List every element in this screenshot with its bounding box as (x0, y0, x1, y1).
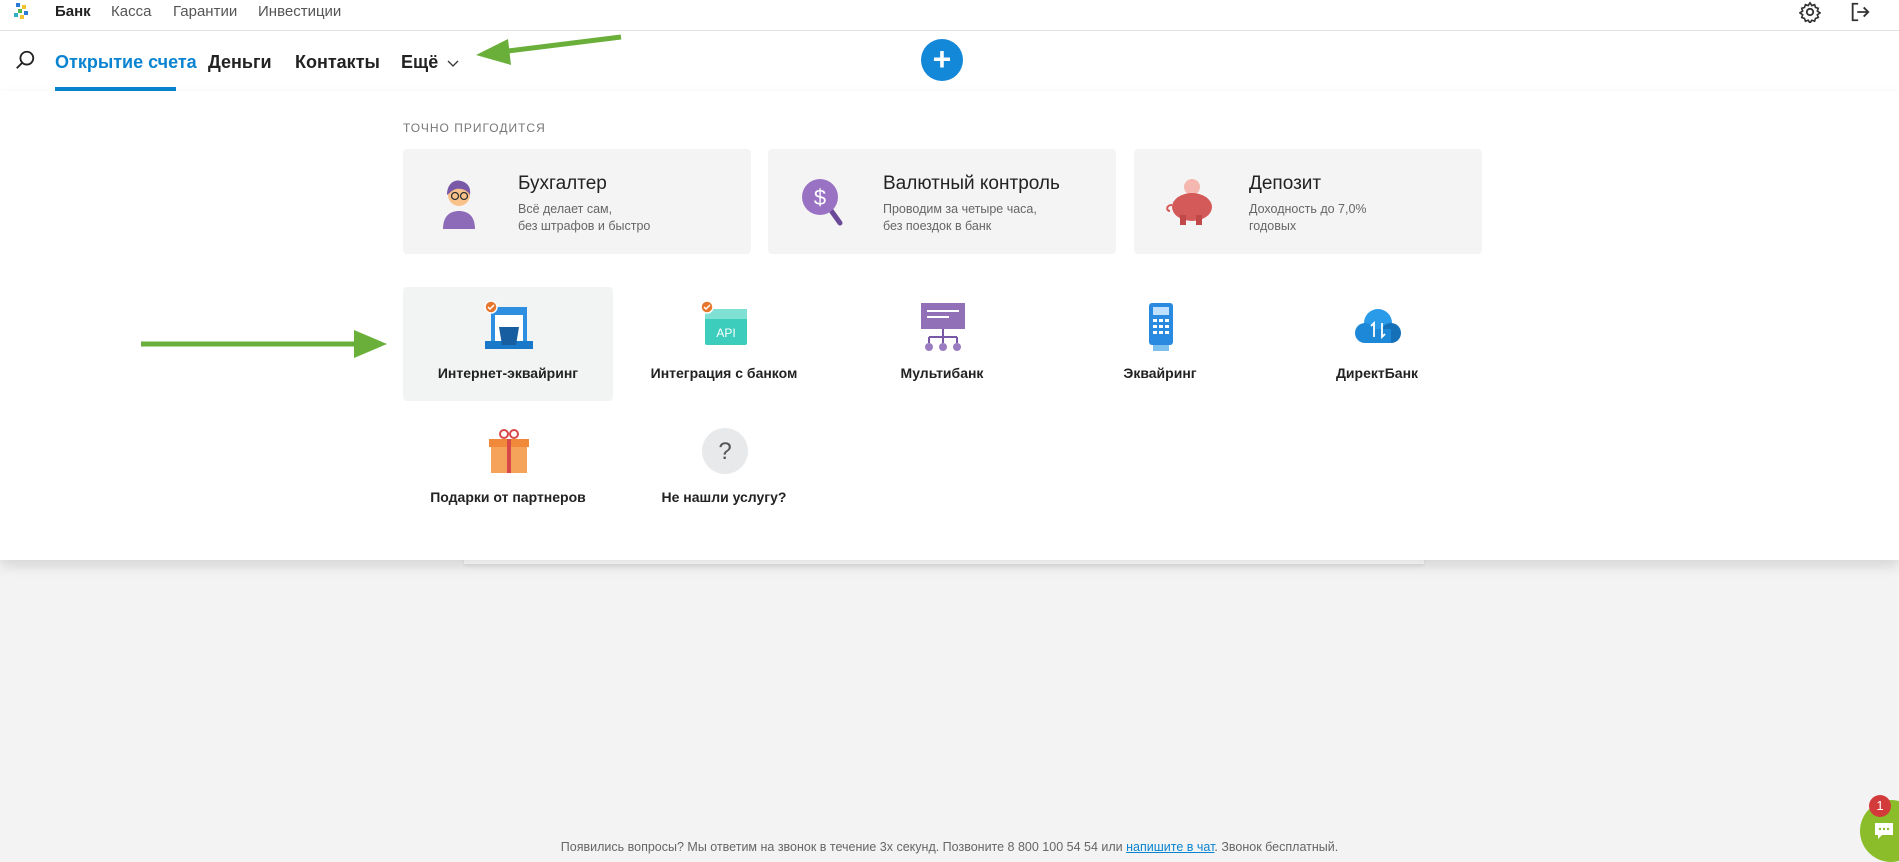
service-label: Не нашли услугу? (661, 489, 787, 505)
chat-link[interactable]: напишите в чат (1126, 840, 1214, 854)
card-subtitle-line: Проводим за четыре часа, (883, 202, 1037, 216)
card-accountant[interactable]: Бухгалтер Всё делает сам, без штрафов и б… (403, 149, 751, 254)
service-label: ДиректБанк (1335, 365, 1419, 381)
card-subtitle-line: Доходность до 7,0% (1249, 202, 1367, 216)
service-bank-integration[interactable]: API Интеграция с банком (619, 287, 829, 401)
service-label: Мультибанк (900, 365, 984, 381)
top-bar: Банк Касса Гарантии Инвестиции (0, 0, 1899, 31)
service-acquiring[interactable]: Эквайринг (1055, 287, 1265, 401)
tab-more[interactable]: Ещё (401, 52, 459, 73)
gift-icon (489, 429, 529, 473)
service-label: Подарки от партнеров (430, 489, 586, 505)
payment-terminal-icon (1149, 303, 1173, 351)
svg-text:$: $ (814, 185, 826, 210)
card-deposit[interactable]: Депозит Доходность до 7,0% годовых (1134, 149, 1482, 254)
question-mark: ? (718, 438, 731, 465)
logout-icon[interactable] (1849, 1, 1871, 23)
search-icon[interactable] (14, 49, 36, 71)
tab-contacts[interactable]: Контакты (295, 52, 380, 73)
tab-more-label: Ещё (401, 52, 439, 72)
footer-help-text: Появились вопросы? Мы ответим на звонок … (0, 840, 1899, 854)
card-title: Бухгалтер (518, 173, 607, 194)
service-internet-acquiring[interactable]: Интернет-эквайринг (403, 287, 613, 401)
top-link-kassa[interactable]: Касса (111, 3, 151, 20)
service-directbank[interactable]: ДиректБанк (1272, 287, 1482, 401)
accountant-icon (443, 180, 475, 229)
card-title: Депозит (1249, 173, 1322, 194)
question-icon: ? (702, 428, 748, 474)
card-subtitle: Проводим за четыре часа, без поездок в ба… (883, 201, 1037, 235)
service-partner-gifts[interactable]: Подарки от партнеров (403, 411, 613, 525)
plus-icon[interactable]: + (921, 39, 963, 81)
online-shop-icon (484, 301, 533, 349)
chevron-down-icon (447, 60, 459, 67)
service-label: Интеграция с банком (650, 365, 798, 381)
more-dropdown-panel: ТОЧНО ПРИГОДИТСЯ Бухгалтер Всё делает са… (0, 91, 1899, 560)
bank-logo[interactable] (14, 3, 30, 19)
top-link-investments[interactable]: Инвестиции (258, 3, 341, 20)
service-label: Эквайринг (1123, 365, 1197, 381)
top-link-bank[interactable]: Банк (55, 3, 91, 20)
tab-open-account[interactable]: Открытие счета (55, 52, 197, 73)
gear-icon[interactable] (1799, 1, 1821, 23)
card-subtitle: Доходность до 7,0% годовых (1249, 201, 1367, 235)
section-title: ТОЧНО ПРИГОДИТСЯ (403, 121, 546, 135)
service-label: Интернет-эквайринг (437, 365, 579, 381)
cloud-sync-icon (1355, 309, 1401, 343)
card-subtitle: Всё делает сам, без штрафов и быстро (518, 201, 650, 235)
service-not-found[interactable]: ? Не нашли услугу? (619, 411, 829, 525)
card-currency-control[interactable]: $ Валютный контроль Проводим за четыре ч… (768, 149, 1116, 254)
card-subtitle-line: годовых (1249, 219, 1297, 233)
dollar-magnifier-icon: $ (802, 179, 843, 226)
tab-money[interactable]: Деньги (208, 52, 272, 73)
top-link-guarantees[interactable]: Гарантии (173, 3, 237, 20)
api-icon: API (700, 301, 747, 345)
footer-text: Появились вопросы? Мы ответим на звонок … (560, 840, 1127, 854)
service-multibank[interactable]: Мультибанк (837, 287, 1047, 401)
api-icon-text: API (716, 326, 735, 340)
card-subtitle-line: без штрафов и быстро (518, 219, 651, 233)
piggy-bank-icon (1166, 179, 1212, 225)
chat-unread-badge: 1 (1869, 795, 1891, 817)
multibank-icon (921, 303, 965, 351)
card-subtitle-line: Всё делает сам, (518, 202, 613, 216)
footer-text-end: . Звонок бесплатный. (1214, 840, 1339, 854)
card-subtitle-line: без поездок в банк (883, 219, 992, 233)
chat-icon (1875, 823, 1893, 839)
card-title: Валютный контроль (883, 173, 1060, 194)
